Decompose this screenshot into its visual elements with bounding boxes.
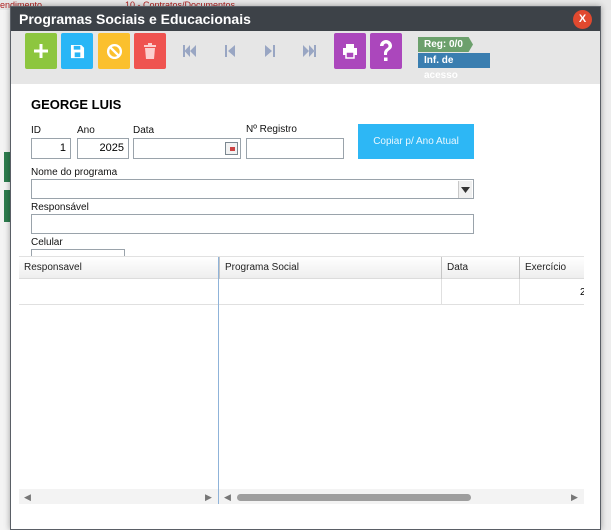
person-name: GEORGE LUIS: [31, 97, 122, 112]
scrollbar-thumb[interactable]: [237, 494, 471, 501]
background-left-edge: [0, 10, 10, 530]
column-divider: [441, 279, 442, 305]
help-button[interactable]: [370, 33, 402, 69]
data-field[interactable]: [133, 138, 241, 159]
close-button[interactable]: X: [573, 10, 592, 29]
trash-icon: [144, 43, 156, 59]
plus-icon: [34, 44, 48, 58]
column-header-programa[interactable]: Programa Social: [219, 257, 441, 279]
save-button[interactable]: [61, 33, 93, 69]
responsavel-field[interactable]: [31, 214, 474, 234]
question-icon: [380, 40, 392, 61]
right-horizontal-scrollbar[interactable]: ◀ ▶: [219, 489, 584, 504]
ano-field[interactable]: 2025: [77, 138, 129, 159]
left-horizontal-scrollbar[interactable]: ◀ ▶: [19, 489, 218, 504]
scroll-right-icon[interactable]: ▶: [571, 492, 578, 503]
frozen-column-splitter[interactable]: [218, 257, 219, 504]
scroll-right-icon[interactable]: ▶: [205, 492, 212, 503]
delete-button[interactable]: [134, 33, 166, 69]
programas-modal: Programas Sociais e Educacionais X Reg: …: [10, 6, 601, 530]
next-icon[interactable]: [262, 43, 278, 59]
modal-titlebar: Programas Sociais e Educacionais X: [11, 7, 600, 31]
programs-grid: Responsavel Programa Social Data Exercíc…: [19, 256, 584, 504]
programa-select[interactable]: [31, 179, 474, 199]
ano-label: Ano: [77, 125, 95, 136]
registro-label: Nº Registro: [246, 124, 297, 135]
first-icon[interactable]: [181, 43, 197, 59]
data-label: Data: [133, 125, 155, 136]
registro-field[interactable]: [246, 138, 344, 159]
celular-label: Celular: [31, 237, 63, 248]
exercicio-cell: 2: [580, 287, 584, 298]
scroll-left-icon[interactable]: ◀: [24, 492, 31, 503]
copy-to-current-year-button[interactable]: Copiar p/ Ano Atual: [358, 124, 474, 159]
column-header-data[interactable]: Data: [441, 257, 519, 279]
record-counter-badge: Reg: 0/0: [418, 37, 473, 52]
table-row[interactable]: [19, 279, 584, 305]
previous-icon[interactable]: [222, 43, 238, 59]
print-button[interactable]: [334, 33, 366, 69]
floppy-icon: [70, 44, 84, 58]
column-header-exercicio[interactable]: Exercício: [519, 257, 584, 279]
id-label: ID: [31, 125, 41, 136]
ban-icon: [106, 43, 122, 59]
add-button[interactable]: [25, 33, 57, 69]
id-field[interactable]: 1: [31, 138, 71, 159]
programa-label: Nome do programa: [31, 167, 118, 178]
modal-title: Programas Sociais e Educacionais: [19, 11, 251, 27]
cancel-button[interactable]: [98, 33, 130, 69]
grid-header: Responsavel Programa Social Data Exercíc…: [19, 257, 584, 279]
scroll-left-icon[interactable]: ◀: [224, 492, 231, 503]
last-icon[interactable]: [302, 43, 318, 59]
print-icon: [343, 44, 357, 59]
column-divider: [519, 279, 520, 305]
responsavel-label: Responsável: [31, 202, 89, 213]
toolbar: Reg: 0/0 Inf. de acesso: [11, 31, 600, 84]
chevron-down-icon[interactable]: [458, 181, 472, 198]
column-header-responsavel[interactable]: Responsavel: [19, 257, 218, 279]
calendar-icon[interactable]: [225, 142, 238, 155]
access-info-button[interactable]: Inf. de acesso: [418, 53, 490, 81]
